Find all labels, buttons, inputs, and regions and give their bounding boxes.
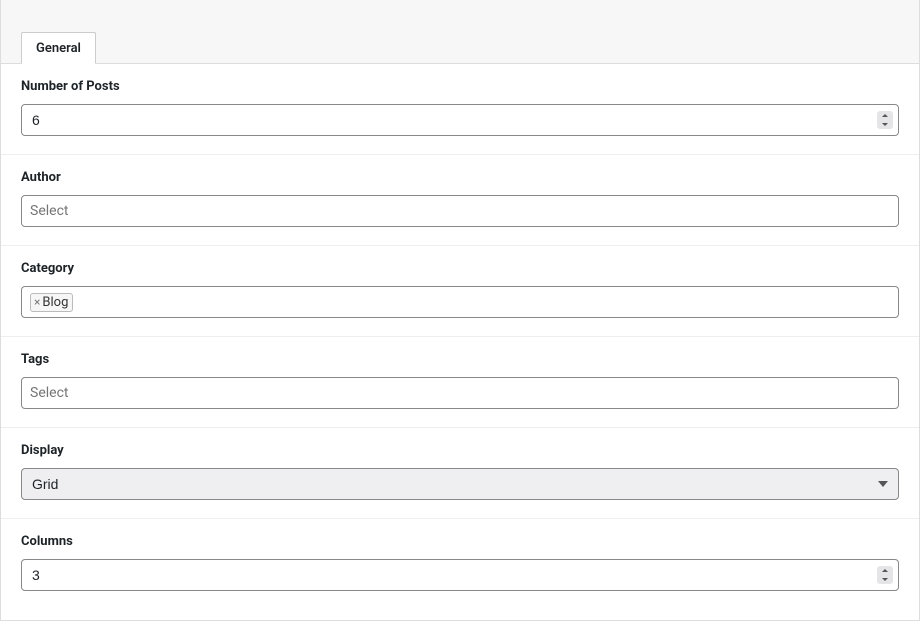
category-chip-label: Blog: [42, 295, 68, 310]
field-display: Display Grid: [1, 428, 919, 519]
field-number-of-posts: Number of Posts: [1, 64, 919, 155]
author-select[interactable]: Select: [21, 195, 899, 227]
display-select[interactable]: Grid: [21, 468, 899, 500]
tab-bar: General: [1, 0, 919, 64]
chevron-down-icon: [882, 578, 888, 581]
columns-label: Columns: [21, 534, 899, 549]
field-author: Author Select: [1, 155, 919, 246]
category-chip-blog[interactable]: × Blog: [30, 293, 73, 312]
author-label: Author: [21, 170, 899, 185]
field-columns: Columns: [1, 519, 919, 609]
settings-panel: General Number of Posts Author Select Ca…: [0, 0, 920, 621]
columns-input[interactable]: [21, 559, 899, 591]
close-icon[interactable]: ×: [34, 296, 40, 308]
tab-general[interactable]: General: [21, 32, 96, 64]
columns-stepper[interactable]: [877, 566, 893, 584]
chevron-up-icon: [882, 114, 888, 117]
number-of-posts-label: Number of Posts: [21, 79, 899, 94]
tags-select[interactable]: Select: [21, 377, 899, 409]
category-label: Category: [21, 261, 899, 276]
columns-input-wrap: [21, 559, 899, 591]
number-of-posts-input[interactable]: [21, 104, 899, 136]
number-of-posts-stepper[interactable]: [877, 111, 893, 129]
field-category: Category × Blog: [1, 246, 919, 337]
number-of-posts-input-wrap: [21, 104, 899, 136]
category-select[interactable]: × Blog: [21, 286, 899, 318]
tags-label: Tags: [21, 352, 899, 367]
tab-general-label: General: [36, 41, 81, 56]
chevron-down-icon: [882, 123, 888, 126]
field-tags: Tags Select: [1, 337, 919, 428]
display-label: Display: [21, 443, 899, 458]
author-placeholder: Select: [30, 203, 68, 219]
tags-placeholder: Select: [30, 385, 68, 401]
chevron-up-icon: [882, 569, 888, 572]
